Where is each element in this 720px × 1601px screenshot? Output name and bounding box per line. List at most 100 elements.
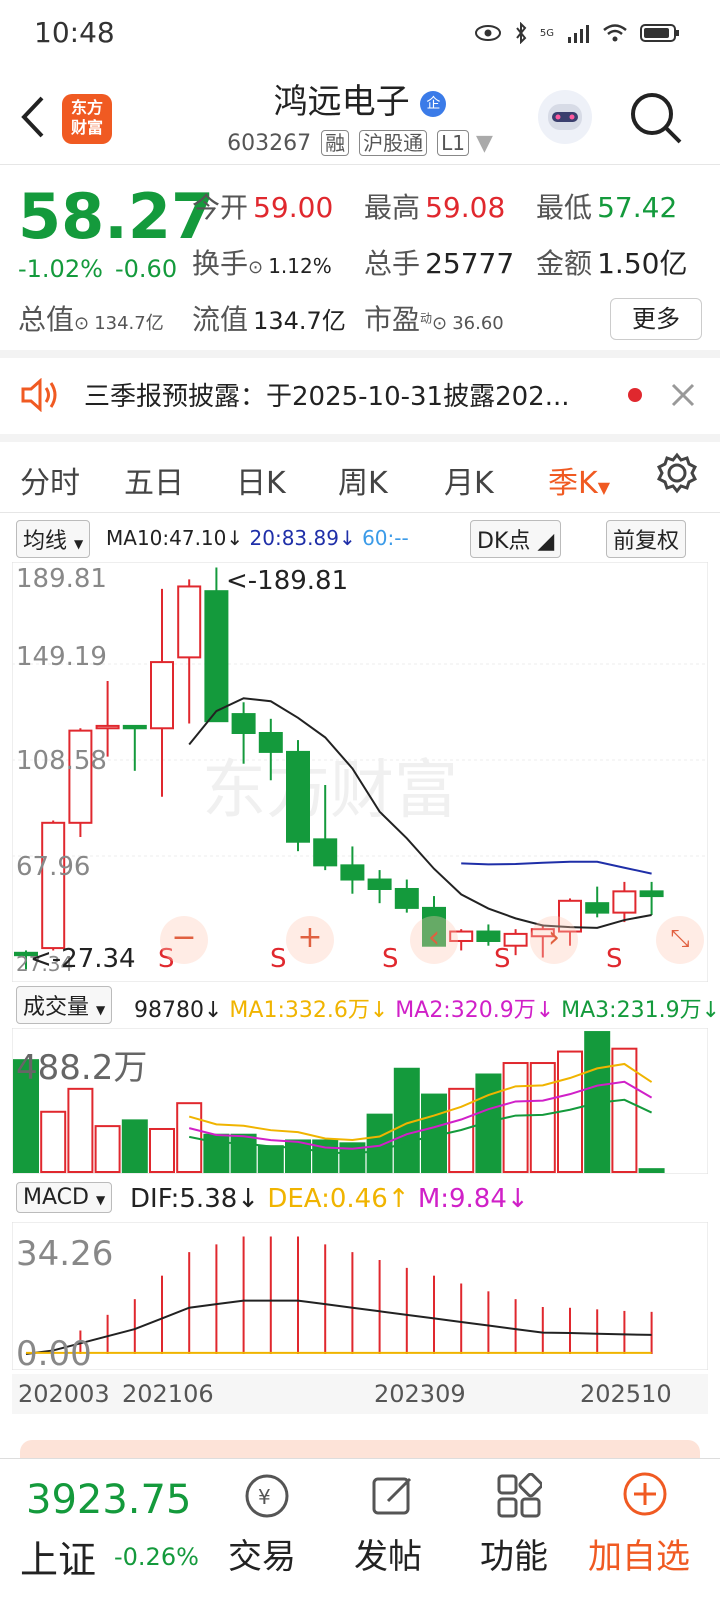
volume-value: 25777 <box>425 247 515 280</box>
volume-bar <box>67 1087 94 1173</box>
ma-type-select[interactable]: 均线 ▼ <box>16 520 91 558</box>
trade-button[interactable]: 交易 <box>228 1529 296 1578</box>
candle-body <box>313 838 338 867</box>
open-label: 今开 <box>192 191 249 224</box>
dif-line <box>25 1299 652 1355</box>
watermark: 东方财富 <box>202 754 458 828</box>
robot-avatar-icon[interactable] <box>536 88 594 146</box>
macd-legend: DIF:5.38↓ DEA:0.46↑ M:9.84↓ <box>130 1184 529 1214</box>
low-label: 最低 <box>536 191 593 224</box>
battery-icon <box>640 24 679 42</box>
volume-label: 总手 <box>364 247 421 280</box>
search-icon[interactable] <box>630 92 682 144</box>
candle-body <box>204 590 229 723</box>
candle-body <box>286 750 310 843</box>
high-row: 最高 59.08 <box>364 186 505 226</box>
info-icon[interactable]: ⊙ <box>74 313 89 334</box>
notice-banner[interactable]: 三季报预披露：于2025-10-31披露202... <box>0 358 720 434</box>
turnover-value: 1.12% <box>268 254 332 278</box>
pe-value: 36.60 <box>452 313 504 334</box>
high-value: 59.08 <box>425 191 506 224</box>
macd-y-zero: 0.00 <box>16 1334 92 1374</box>
tab-weekly[interactable]: 周K <box>338 458 388 502</box>
index-name[interactable]: 上证 <box>20 1529 96 1584</box>
open-value: 59.00 <box>253 191 334 224</box>
tag-connect: 沪股通 <box>359 130 428 156</box>
stock-header: 鸿远电子 企 603267 融 沪股通 L1 ▼ <box>0 74 720 156</box>
tab-quarterly[interactable]: 季K▼ <box>548 458 610 502</box>
candle-body <box>340 864 365 881</box>
tab-daily[interactable]: 日K <box>236 458 286 502</box>
volume-row: 总手 25777 <box>364 242 514 282</box>
volume-label: 成交量 <box>23 995 90 1020</box>
period-tabs: 分时 五日 日K 周K 月K 季K▼ <box>0 436 720 512</box>
zoom-out-button[interactable]: − <box>160 916 208 964</box>
functions-button[interactable]: 功能 <box>480 1529 548 1578</box>
min-annotation: <-27.34 <box>30 944 136 974</box>
stock-code: 603267 <box>227 131 312 156</box>
add-watchlist-button[interactable]: 加自选 <box>588 1529 690 1578</box>
candle-body <box>122 724 147 730</box>
chevron-down-icon: ▼ <box>475 131 493 156</box>
more-button[interactable]: 更多 <box>610 298 702 340</box>
mktcap-label: 总值 <box>18 303 75 336</box>
y-label-max: 189.81 <box>16 564 107 594</box>
info-icon[interactable]: ⊙ <box>248 257 263 278</box>
signal-label: 5G <box>539 27 554 39</box>
gear-icon[interactable] <box>656 452 698 494</box>
tab-intraday[interactable]: 分时 <box>20 458 80 502</box>
candle-body <box>367 878 392 890</box>
stock-name: 鸿远电子 <box>273 82 410 122</box>
ma10-value: MA10:47.10↓ <box>106 526 244 550</box>
macd-select[interactable]: MACD ▼ <box>16 1182 113 1213</box>
close-icon[interactable] <box>670 382 696 408</box>
bluetooth-icon <box>516 22 527 44</box>
volume-bar <box>230 1133 257 1174</box>
adjust-button[interactable]: 前复权 <box>606 520 687 558</box>
ma-type-label: 均线 <box>23 529 68 554</box>
x-label-2: 202106 <box>122 1380 214 1408</box>
volume-bar <box>611 1047 638 1173</box>
pe-label: 市盈 <box>364 303 421 336</box>
y-label-4: 67.96 <box>16 852 91 882</box>
chevron-down-icon: ▼ <box>74 537 84 551</box>
volume-bar <box>257 1145 284 1173</box>
scroll-right-button[interactable]: › <box>530 916 578 964</box>
chevron-down-icon: ▼ <box>95 1193 106 1207</box>
candle-body <box>585 902 610 914</box>
info-icon[interactable]: ⊙ <box>432 313 447 334</box>
divider <box>0 164 720 165</box>
tab-quarterly-label: 季K <box>548 466 598 501</box>
section-gap <box>0 350 720 358</box>
dk-point-button[interactable]: DK点 ◢ <box>470 520 562 558</box>
volume-select[interactable]: 成交量 ▼ <box>16 986 113 1024</box>
stock-subline[interactable]: 603267 融 沪股通 L1 ▼ <box>0 127 720 156</box>
index-change: -0.26% <box>114 1543 199 1571</box>
bottom-bar: 3923.75 上证 -0.26% ¥ 交易 发帖 功能 加自选 <box>0 1458 720 1601</box>
candle-body <box>68 729 93 824</box>
ma60-value: 60:-- <box>362 526 409 550</box>
amount-value: 1.50亿 <box>597 247 688 280</box>
signal-icon <box>568 25 589 43</box>
macd-dif: DIF:5.38↓ <box>130 1184 260 1214</box>
volume-ma2: MA2:320.9万↓ <box>395 998 555 1023</box>
tab-monthly[interactable]: 月K <box>444 458 494 502</box>
tab-five-day[interactable]: 五日 <box>124 458 184 502</box>
post-button[interactable]: 发帖 <box>354 1529 422 1578</box>
status-bar: 10:48 5G <box>0 0 720 68</box>
fullscreen-icon[interactable]: ⤡ <box>656 916 704 964</box>
change-amount: -0.60 <box>115 255 178 283</box>
index-value[interactable]: 3923.75 <box>26 1477 191 1523</box>
pe-row: 市盈动⊙ 36.60 <box>364 298 504 338</box>
kline-chart[interactable]: 东方财富 <box>12 562 708 982</box>
low-row: 最低 57.42 <box>536 186 677 226</box>
zoom-in-button[interactable]: + <box>286 916 334 964</box>
macd-m: M:9.84↓ <box>417 1184 529 1214</box>
post-icon <box>372 1477 412 1515</box>
scroll-left-button[interactable]: ‹ <box>410 916 458 964</box>
ma20-value: 20:83.89↓ <box>249 526 356 550</box>
signal-s: S <box>606 944 623 974</box>
volume-bar <box>475 1073 502 1173</box>
volume-legend: 98780↓ MA1:332.6万↓ MA2:320.9万↓ MA3:231.9… <box>134 992 720 1024</box>
svg-text:¥: ¥ <box>258 1485 271 1509</box>
